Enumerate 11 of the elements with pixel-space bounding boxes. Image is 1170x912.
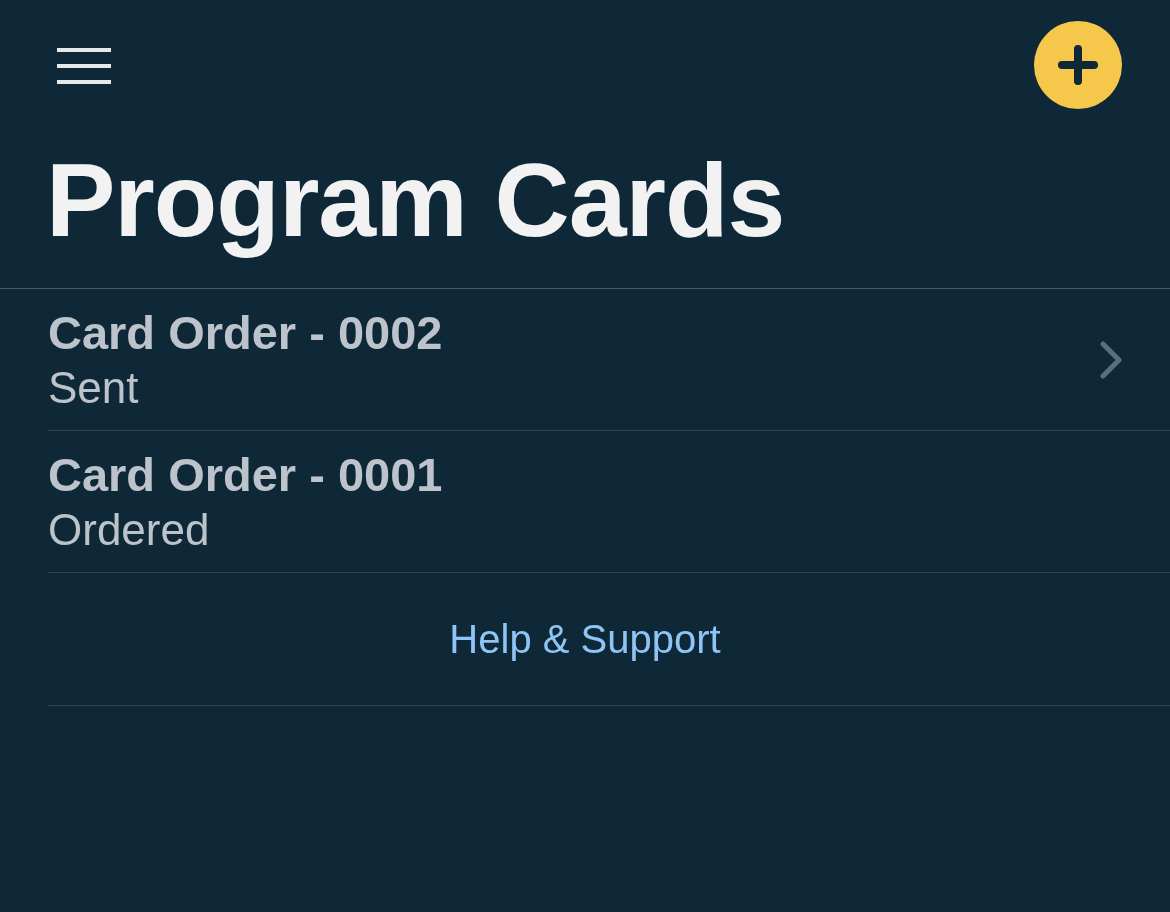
order-title: Card Order - 0001 — [48, 446, 443, 503]
order-row[interactable]: Card Order - 0001 Ordered — [48, 431, 1170, 573]
help-support-link[interactable]: Help & Support — [449, 609, 769, 669]
order-title: Card Order - 0002 — [48, 304, 443, 361]
order-status: Sent — [48, 361, 140, 414]
order-status: Ordered — [48, 503, 211, 556]
page-title: Program Cards — [46, 141, 785, 260]
order-row[interactable]: Card Order - 0002 Sent — [48, 289, 1170, 431]
menu-icon — [57, 48, 111, 84]
menu-button[interactable] — [57, 48, 111, 84]
plus-icon — [1057, 44, 1099, 86]
